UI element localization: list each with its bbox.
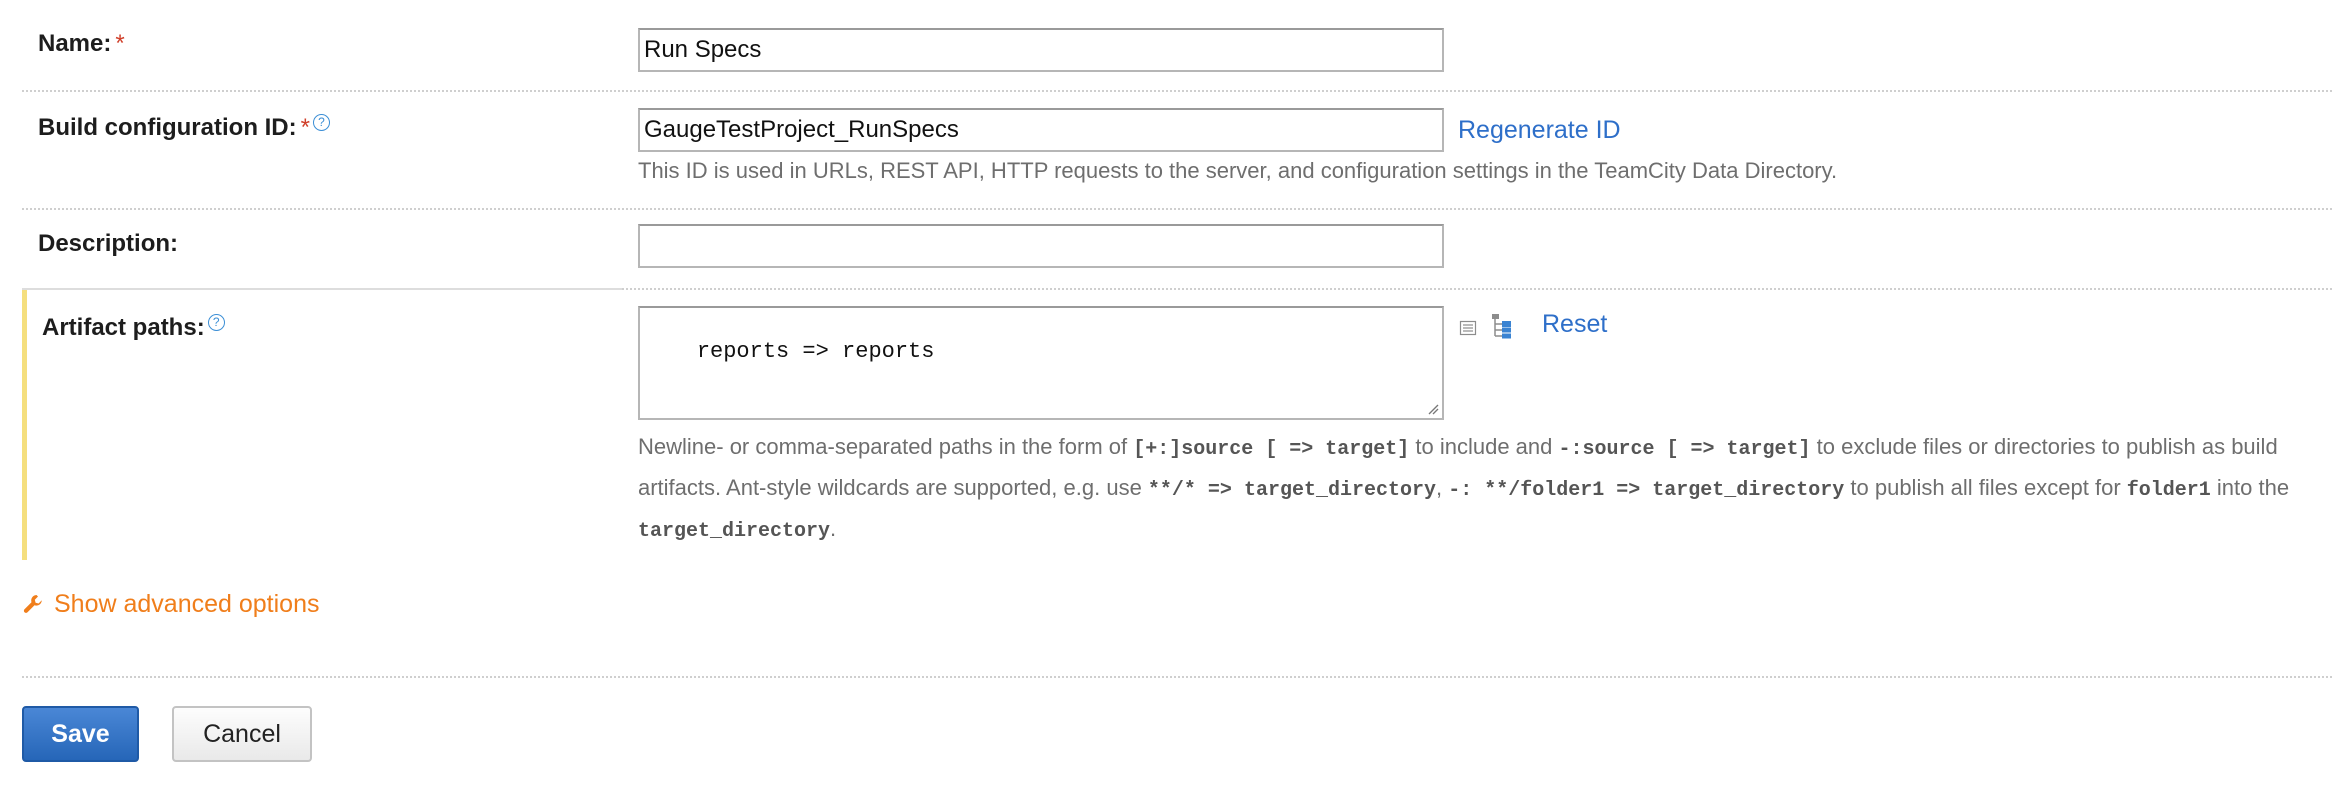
artifact-paths-textarea[interactable]: reports => reports	[638, 306, 1444, 420]
divider	[22, 676, 2332, 678]
name-input[interactable]: Run Specs	[638, 28, 1444, 72]
note-code: -:source [ => target]	[1558, 438, 1811, 461]
note-text: ,	[1435, 475, 1449, 500]
build-config-id-label: Build configuration ID: *?	[38, 114, 330, 142]
modified-accent-bar	[22, 290, 27, 560]
description-label: Description:	[38, 230, 179, 257]
note-text: to publish all files except for	[1844, 475, 2127, 500]
show-advanced-options-link[interactable]: Show advanced options	[22, 590, 319, 619]
note-text: .	[830, 516, 837, 541]
regenerate-id-link[interactable]: Regenerate ID	[1458, 116, 1621, 145]
build-config-id-input[interactable]: GaugeTestProject_RunSpecs	[638, 108, 1444, 152]
name-label-text: Name:	[38, 30, 112, 57]
note-code: [+:]source [ => target]	[1133, 438, 1410, 461]
help-icon[interactable]: ?	[207, 314, 225, 331]
name-label: Name: *	[38, 30, 125, 58]
divider	[22, 288, 622, 290]
list-icon[interactable]	[1458, 318, 1478, 338]
resize-grip-icon[interactable]	[1427, 403, 1439, 415]
cancel-button[interactable]: Cancel	[172, 706, 312, 762]
build-configuration-form: Name: * Run Specs Build configuration ID:…	[0, 0, 2344, 808]
build-config-id-note: This ID is used in URLs, REST API, HTTP …	[638, 158, 1838, 183]
note-code: target_directory	[638, 520, 831, 543]
note-code: -: **/folder1 => target_directory	[1448, 479, 1845, 502]
required-asterisk: *	[300, 114, 310, 141]
note-code: folder1	[2126, 479, 2211, 502]
tree-browse-icon[interactable]	[1490, 312, 1516, 340]
note-text: to include and	[1409, 434, 1559, 459]
help-icon[interactable]: ?	[312, 114, 330, 131]
wrench-icon	[23, 595, 42, 613]
build-config-id-label-text: Build configuration ID:	[38, 114, 297, 141]
artifact-paths-value: reports => reports	[696, 339, 935, 364]
save-button[interactable]: Save	[22, 706, 139, 762]
note-code: **/* => target_directory	[1147, 479, 1436, 502]
artifact-paths-note: Newline- or comma-separated paths in the…	[638, 428, 2328, 551]
description-input[interactable]	[638, 224, 1444, 268]
required-asterisk: *	[115, 30, 125, 57]
reset-link[interactable]: Reset	[1542, 310, 1607, 339]
note-text: into the	[2210, 475, 2290, 500]
artifact-paths-label-text: Artifact paths:	[42, 314, 205, 341]
show-advanced-options-label: Show advanced options	[54, 590, 320, 618]
note-text: Newline- or comma-separated paths in the…	[638, 434, 1134, 459]
artifact-paths-label: Artifact paths:?	[42, 314, 225, 342]
